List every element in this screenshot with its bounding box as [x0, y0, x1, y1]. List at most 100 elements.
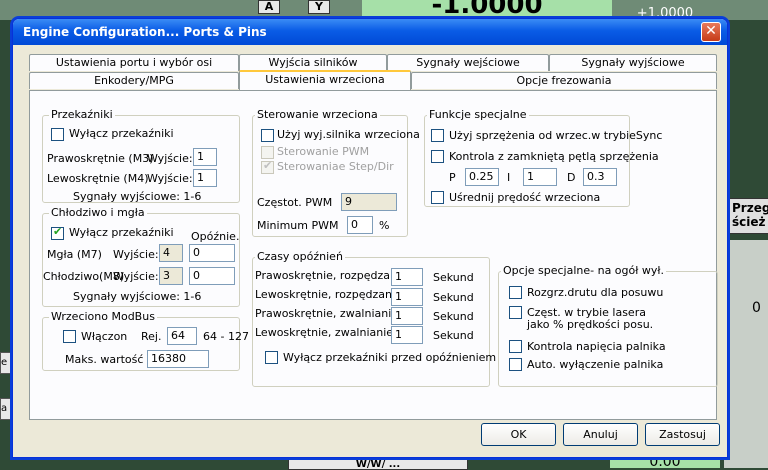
dialog-titlebar: Engine Configuration... Ports & Pins ✕ [13, 19, 727, 45]
tab-input-signals[interactable]: Sygnały wejściowe [387, 54, 549, 71]
pid-d-label: D [567, 171, 576, 184]
close-button[interactable]: ✕ [701, 22, 721, 42]
bg-key-y: Y [308, 0, 330, 14]
bg-toolpath-button: Przeg ścież [728, 198, 768, 234]
flood-delay-field[interactable]: 0 [189, 267, 235, 285]
coolant-disable-checkbox[interactable] [51, 225, 64, 240]
flood-label: Chłodziwo(M8) [43, 270, 125, 283]
modbus-reg-field[interactable]: 64 [167, 327, 197, 345]
ccw-output-field[interactable]: 1 [193, 169, 217, 187]
pwm-control-checkbox[interactable] [261, 146, 274, 159]
sync-feedback-label: Użyj sprzężenia od wrzec.w trybieSync [449, 129, 663, 142]
torch-auto-off-checkbox[interactable] [509, 358, 522, 371]
stepdir-control-label: Sterowaniae Step/Dir [277, 160, 394, 173]
delay-cw-accel-label: Prawoskrętnie, rozpędzanie [255, 269, 407, 282]
cw-output-label: Wyjście: [147, 152, 193, 165]
pid-p-field[interactable]: 0.25 [465, 168, 499, 186]
tab-mill-options[interactable]: Opcje frezowania [411, 72, 717, 89]
laser-freq-label-2: jako % prędkości posu. [527, 318, 654, 331]
relays-group: Przekaźniki Wyłącz przekaźniki Prawoskrę… [42, 108, 240, 203]
spindle-setup-panel: Przekaźniki Wyłącz przekaźniki Prawoskrę… [29, 90, 718, 420]
delay-ccw-decel-field[interactable]: 1 [391, 326, 423, 344]
modbus-group: Wrzeciono ModBus Włączon Rej. 64 64 - 12… [42, 310, 249, 371]
average-speed-label: Uśrednij prędość wrzeciona [449, 191, 601, 204]
relays-note: Sygnały wyjściowe: 1-6 [73, 190, 202, 203]
laser-freq-checkbox[interactable] [509, 306, 522, 319]
delay-cw-accel-unit: Sekund [433, 271, 474, 284]
tab-spindle-setup[interactable]: Ustawienia wrzeciona [239, 70, 411, 90]
tab-motor-outputs[interactable]: Wyjścia silników [239, 54, 387, 71]
close-icon: ✕ [705, 23, 717, 39]
modbus-max-field[interactable]: 16380 [147, 350, 209, 368]
coolant-title: Chłodziwo i mgła [49, 206, 147, 219]
pwm-min-unit: % [379, 219, 390, 232]
bg-key-a: A [258, 0, 280, 14]
pwm-control-label: Sterowanie PWM [277, 145, 370, 158]
relays-disable-checkbox[interactable] [51, 128, 64, 141]
wire-heat-checkbox[interactable] [509, 286, 522, 299]
relays-title: Przekaźniki [49, 108, 115, 121]
mist-label: Mgła (M7) [47, 248, 102, 261]
cw-output-field[interactable]: 1 [193, 148, 217, 166]
pwm-freq-label: Częstot. PWM [257, 196, 333, 209]
general-special-group: Opcje specjalne- na ogół wył. Rozgrz.dru… [498, 264, 718, 387]
modbus-max-label: Maks. wartość [65, 353, 144, 366]
pid-p-label: P [449, 171, 456, 184]
delay-cw-accel-field[interactable]: 1 [391, 268, 423, 286]
torch-voltage-checkbox[interactable] [509, 340, 522, 353]
delay-ccw-accel-field[interactable]: 1 [391, 288, 423, 306]
bg-right-panel [724, 240, 768, 468]
average-speed-checkbox[interactable] [431, 191, 444, 204]
pid-i-field[interactable]: 1 [523, 168, 557, 186]
ccw-label: Lewoskrętnie (M4) [47, 172, 149, 185]
modbus-enabled-label: Włączon [81, 330, 128, 343]
use-spindle-motor-checkbox[interactable] [261, 129, 274, 142]
delays-title: Czasy opóźnień [255, 250, 345, 263]
tab-output-signals[interactable]: Sygnały wyjściowe [549, 54, 717, 71]
pwm-min-field[interactable]: 0 [347, 216, 373, 234]
pwm-freq-field[interactable]: 9 [341, 193, 397, 211]
special-functions-group: Funkcje specjalne Użyj sprzężenia od wrz… [424, 108, 662, 207]
spindle-control-group: Sterowanie wrzeciona Użyj wyj.silnika wr… [252, 108, 420, 237]
sync-feedback-checkbox[interactable] [431, 129, 444, 142]
coolant-disable-label: Wyłącz przekaźniki [69, 226, 174, 239]
modbus-enabled-checkbox[interactable] [63, 330, 76, 343]
disable-relays-before-delay-checkbox[interactable] [265, 351, 278, 364]
delay-ccw-accel-unit: Sekund [433, 291, 474, 304]
pid-d-field[interactable]: 0.3 [583, 168, 617, 186]
modbus-reg-range: 64 - 127 [203, 330, 249, 343]
pid-i-label: I [507, 171, 511, 184]
flood-output-label: Wyjście: [113, 270, 159, 283]
bg-left-fragment-1: e [0, 352, 12, 374]
stepdir-control-checkbox[interactable] [261, 159, 274, 174]
flood-output-field[interactable]: 3 [159, 267, 183, 285]
apply-button[interactable]: Zastosuj [645, 423, 720, 446]
closed-loop-checkbox[interactable] [431, 150, 444, 163]
special-functions-title: Funkcje specjalne [427, 108, 529, 121]
use-spindle-motor-label: Użyj wyj.silnika wrzeciona [277, 128, 420, 141]
modbus-reg-label: Rej. [141, 330, 162, 343]
bg-dro-top: -1.0000 [362, 0, 612, 16]
delay-header: Opóźnie. [191, 230, 240, 243]
mist-delay-field[interactable]: 0 [189, 244, 235, 262]
tab-encoders-mpg[interactable]: Enkodery/MPG [29, 72, 239, 89]
delay-ccw-decel-label: Lewoskrętnie, zwalnianie [255, 326, 394, 339]
ok-button[interactable]: OK [481, 423, 556, 446]
tab-port-setup[interactable]: Ustawienia portu i wybór osi [29, 54, 239, 71]
torch-voltage-label: Kontrola napięcia palnika [527, 340, 666, 353]
dialog-title: Engine Configuration... Ports & Pins [23, 25, 267, 39]
cw-label: Prawoskrętnie (M3) [47, 152, 154, 165]
delays-group: Czasy opóźnień Prawoskrętnie, rozpędzani… [252, 250, 496, 387]
bg-dro-top-right: +1.0000 [636, 6, 694, 20]
spindle-control-title: Sterowanie wrzeciona [255, 108, 380, 121]
delay-ccw-accel-label: Lewoskrętnie, rozpędzanie [255, 288, 402, 301]
general-special-title: Opcje specjalne- na ogół wył. [501, 264, 666, 277]
closed-loop-label: Kontrola z zamkniętą pętlą sprzężenia [449, 150, 659, 163]
cancel-button[interactable]: Anuluj [563, 423, 638, 446]
delay-cw-decel-unit: Sekund [433, 310, 474, 323]
delay-cw-decel-field[interactable]: 1 [391, 307, 423, 325]
ccw-output-label: Wyjście: [147, 172, 193, 185]
mist-output-field[interactable]: 4 [159, 244, 183, 262]
disable-relays-before-delay-label: Wyłącz przekaźniki przed opóźnieniem [283, 351, 497, 364]
bg-left-fragment-2: a [0, 398, 12, 420]
